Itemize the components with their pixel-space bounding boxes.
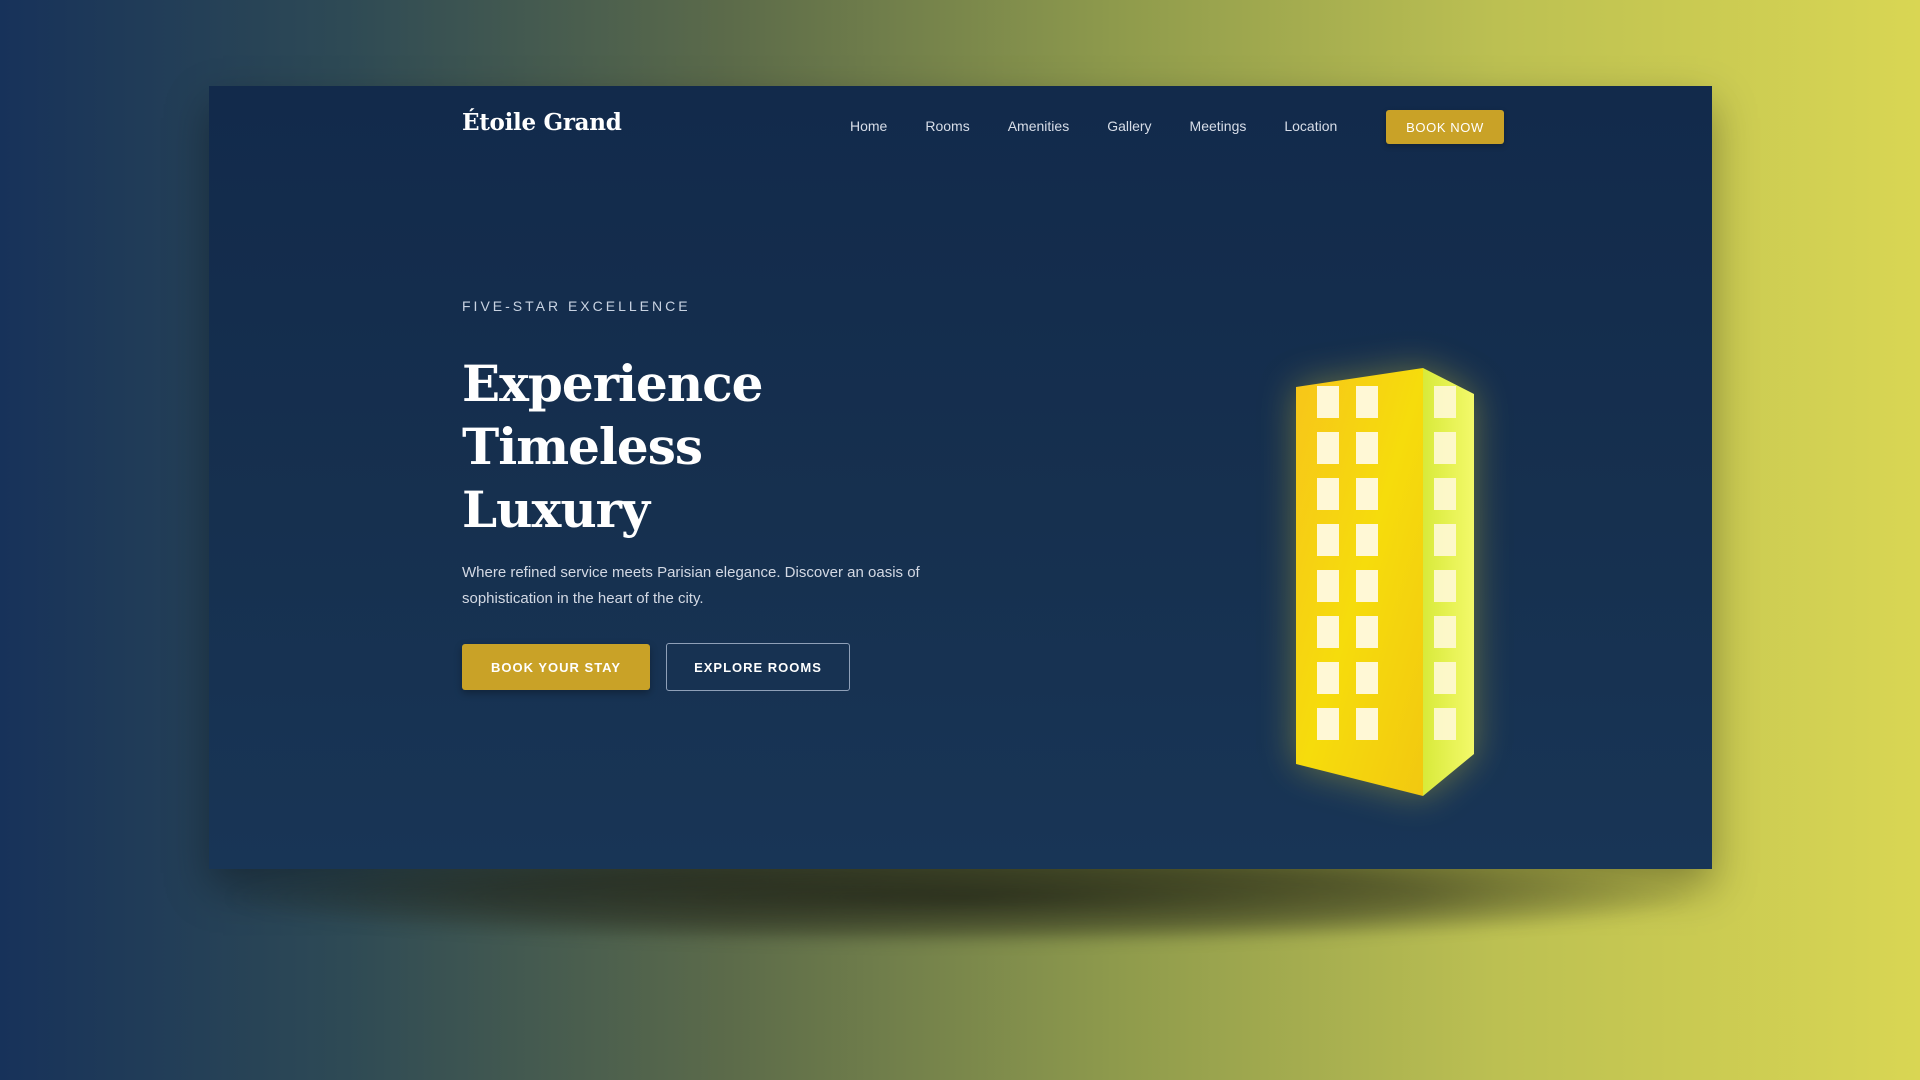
nav-item-gallery[interactable]: Gallery <box>1107 118 1151 134</box>
building-side-window <box>1434 386 1456 418</box>
building-window <box>1356 432 1378 464</box>
building-side-window <box>1434 708 1456 740</box>
headline-line-3: Luxury <box>462 480 650 539</box>
nav-item-meetings[interactable]: Meetings <box>1190 118 1247 134</box>
hero-eyebrow: FIVE-STAR EXCELLENCE <box>462 298 691 314</box>
building-window <box>1317 570 1339 602</box>
building-window <box>1356 524 1378 556</box>
book-now-button[interactable]: BOOK NOW <box>1386 110 1504 144</box>
building-window <box>1356 478 1378 510</box>
building-side-window <box>1434 570 1456 602</box>
building-side-window <box>1434 432 1456 464</box>
top-navigation: Étoile Grand Home Rooms Amenities Galler… <box>209 86 1712 170</box>
building-side-window <box>1434 478 1456 510</box>
building-window <box>1317 524 1339 556</box>
building-window <box>1356 708 1378 740</box>
headline-line-2: Timeless <box>462 417 703 476</box>
nav-menu: Home Rooms Amenities Gallery Meetings Lo… <box>850 118 1337 134</box>
headline-line-1: Experience <box>462 354 763 413</box>
hero-description: Where refined service meets Parisian ele… <box>462 564 920 607</box>
building-window <box>1356 570 1378 602</box>
explore-rooms-button[interactable]: EXPLORE ROOMS <box>666 643 850 691</box>
building-window <box>1317 708 1339 740</box>
nav-item-home[interactable]: Home <box>850 118 887 134</box>
building-window <box>1317 432 1339 464</box>
building-window <box>1317 478 1339 510</box>
building-window <box>1317 386 1339 418</box>
hotel-building-icon <box>1296 368 1474 796</box>
building-window <box>1356 616 1378 648</box>
nav-item-location[interactable]: Location <box>1284 118 1337 134</box>
nav-item-rooms[interactable]: Rooms <box>925 118 969 134</box>
nav-item-amenities[interactable]: Amenities <box>1008 118 1069 134</box>
building-side-window <box>1434 616 1456 648</box>
brand-logo[interactable]: Étoile Grand <box>462 109 622 136</box>
hero-headline: Experience Timeless Luxury <box>462 352 882 541</box>
building-window <box>1356 386 1378 418</box>
building-window <box>1317 662 1339 694</box>
building-window <box>1356 662 1378 694</box>
building-side-window <box>1434 662 1456 694</box>
hotel-landing-page: Étoile Grand Home Rooms Amenities Galler… <box>209 86 1712 869</box>
book-your-stay-button[interactable]: BOOK YOUR STAY <box>462 644 650 690</box>
building-window <box>1317 616 1339 648</box>
building-side-window <box>1434 524 1456 556</box>
